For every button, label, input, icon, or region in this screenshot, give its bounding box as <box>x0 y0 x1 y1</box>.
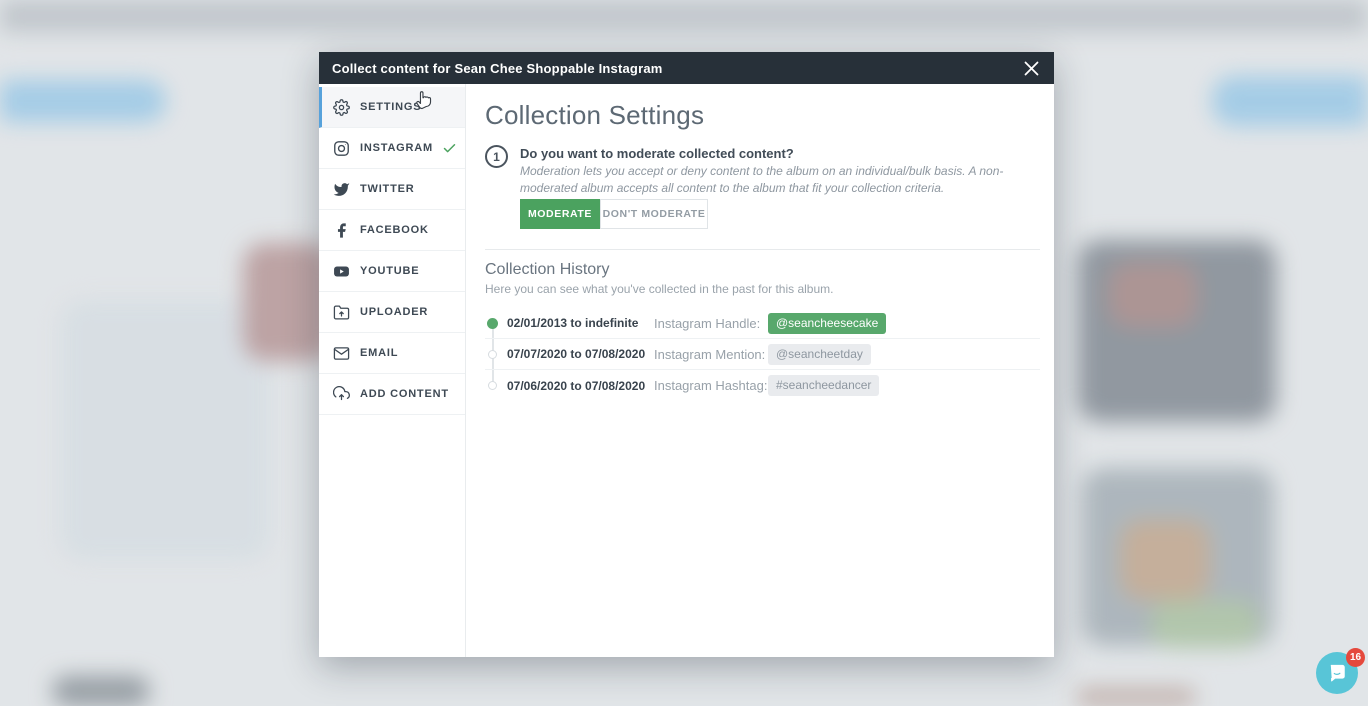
sidebar-item-facebook[interactable]: FACEBOOK <box>319 210 465 251</box>
chat-bubble-icon <box>1327 663 1348 683</box>
step-number-badge: 1 <box>485 145 508 168</box>
close-icon <box>1023 60 1040 77</box>
section-divider <box>485 249 1040 250</box>
history-value-badge: @seancheesecake <box>768 313 886 334</box>
sidebar-item-label: FACEBOOK <box>360 224 429 236</box>
timeline-dot <box>488 350 497 359</box>
history-row: 02/01/2013 to indefinite Instagram Handl… <box>485 308 1040 339</box>
moderation-question: Do you want to moderate collected conten… <box>520 146 794 161</box>
gear-icon <box>333 99 350 116</box>
sidebar-item-settings[interactable]: SETTINGS <box>319 87 465 128</box>
sidebar-item-label: UPLOADER <box>360 306 428 318</box>
sidebar-item-label: TWITTER <box>360 183 414 195</box>
history-value-badge: #seancheedancer <box>768 375 879 396</box>
dont-moderate-button[interactable]: DON'T MODERATE <box>600 199 708 229</box>
history-source-type: Instagram Handle: <box>654 316 768 331</box>
email-icon <box>333 345 350 362</box>
chat-unread-badge: 16 <box>1346 648 1365 667</box>
check-icon <box>442 141 457 156</box>
uploader-folder-icon <box>333 304 350 321</box>
history-row: 07/07/2020 to 07/08/2020 Instagram Menti… <box>485 339 1040 370</box>
moderation-toggle-group: MODERATE DON'T MODERATE <box>520 199 708 229</box>
modal-header: Collect content for Sean Chee Shoppable … <box>319 52 1054 84</box>
sidebar-item-uploader[interactable]: UPLOADER <box>319 292 465 333</box>
twitter-icon <box>333 181 350 198</box>
modal-content: Collection Settings 1 Do you want to mod… <box>467 84 1054 657</box>
history-source-type: Instagram Mention: <box>654 347 768 362</box>
page-title: Collection Settings <box>485 100 704 131</box>
sidebar-item-add-content[interactable]: ADD CONTENT <box>319 374 465 415</box>
moderate-button[interactable]: MODERATE <box>520 199 600 229</box>
collection-history-list: 02/01/2013 to indefinite Instagram Handl… <box>485 308 1040 401</box>
modal-sidebar: SETTINGS INSTAGRAM <box>319 84 466 657</box>
facebook-icon <box>333 222 350 239</box>
collection-history-subheading: Here you can see what you've collected i… <box>485 282 833 296</box>
moderation-description: Moderation lets you accept or deny conte… <box>520 163 1060 198</box>
collection-history-heading: Collection History <box>485 261 609 279</box>
sidebar-item-instagram[interactable]: INSTAGRAM <box>319 128 465 169</box>
timeline-dot-active <box>487 318 498 329</box>
history-source-type: Instagram Hashtag: <box>654 378 768 393</box>
timeline-dot <box>488 381 497 390</box>
history-date-range: 07/07/2020 to 07/08/2020 <box>507 347 654 361</box>
sidebar-item-label: INSTAGRAM <box>360 142 433 154</box>
sidebar-item-email[interactable]: EMAIL <box>319 333 465 374</box>
history-date-range: 07/06/2020 to 07/08/2020 <box>507 379 654 393</box>
history-value-badge: @seancheetday <box>768 344 871 365</box>
sidebar-item-youtube[interactable]: YOUTUBE <box>319 251 465 292</box>
chat-launcher-button[interactable]: 16 <box>1316 652 1358 694</box>
sidebar-item-twitter[interactable]: TWITTER <box>319 169 465 210</box>
collect-content-modal: Collect content for Sean Chee Shoppable … <box>319 52 1054 657</box>
upload-cloud-icon <box>333 386 350 403</box>
history-row: 07/06/2020 to 07/08/2020 Instagram Hasht… <box>485 370 1040 401</box>
sidebar-item-label: YOUTUBE <box>360 265 419 277</box>
sidebar-item-label: SETTINGS <box>360 101 421 113</box>
instagram-icon <box>333 140 350 157</box>
history-date-range: 02/01/2013 to indefinite <box>507 316 654 330</box>
youtube-icon <box>333 263 350 280</box>
sidebar-item-label: EMAIL <box>360 347 398 359</box>
sidebar-item-label: ADD CONTENT <box>360 388 449 400</box>
modal-title: Collect content for Sean Chee Shoppable … <box>332 61 663 76</box>
close-button[interactable] <box>1019 56 1043 80</box>
